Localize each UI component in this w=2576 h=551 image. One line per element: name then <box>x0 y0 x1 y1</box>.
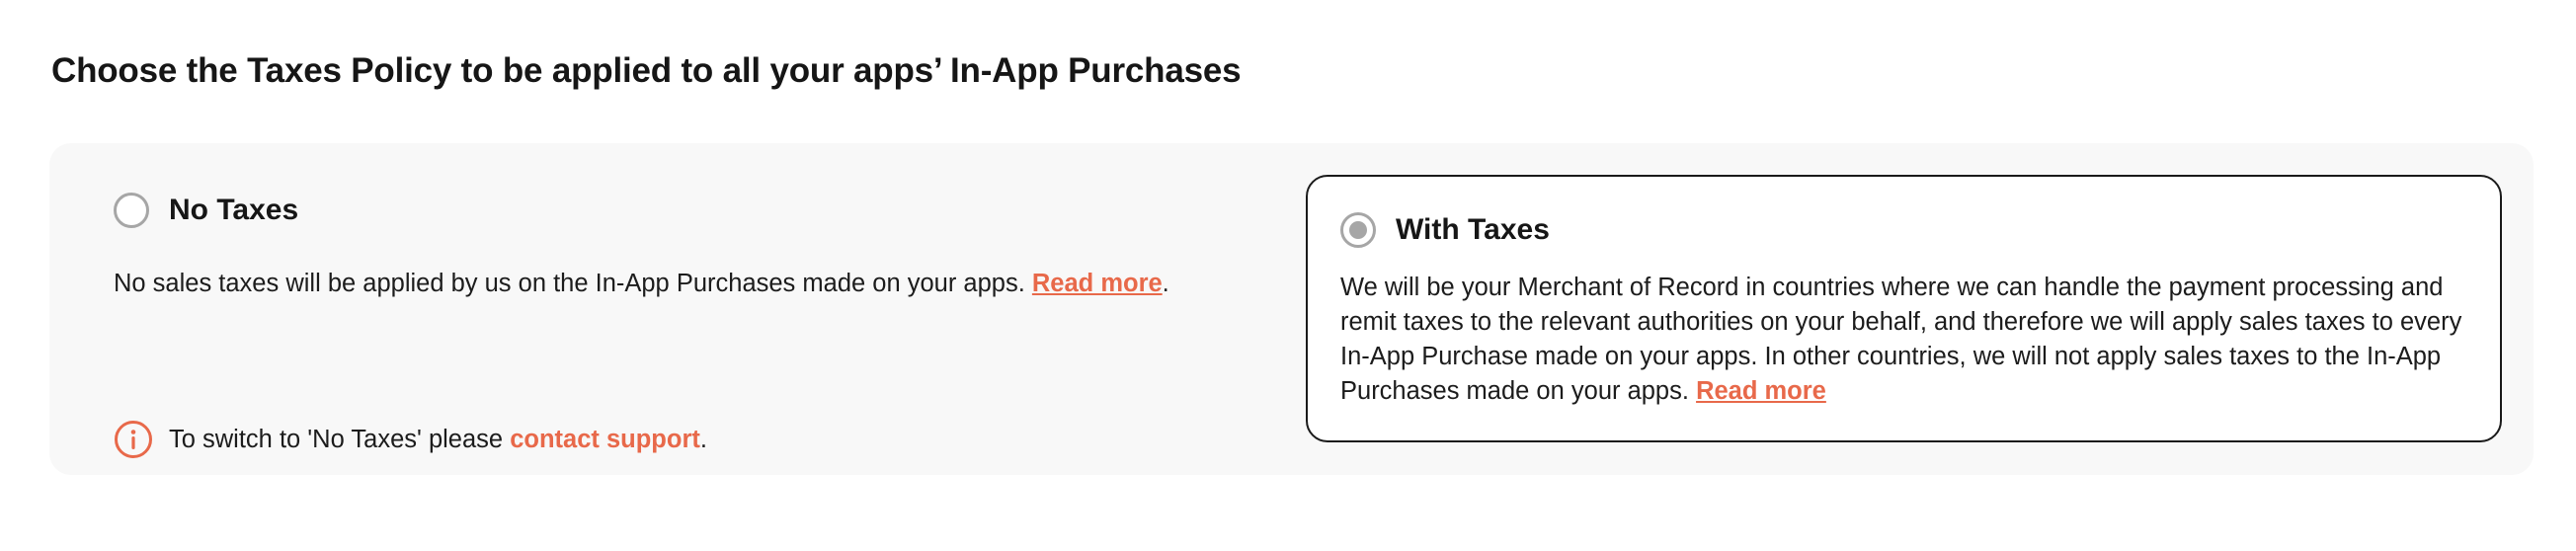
switch-notice: To switch to 'No Taxes' please contact s… <box>114 420 707 459</box>
taxes-options-panel: No Taxes No sales taxes will be applied … <box>49 143 2534 475</box>
option-description: No sales taxes will be applied by us on … <box>114 267 1299 301</box>
read-more-link[interactable]: Read more <box>1032 270 1163 297</box>
contact-support-link[interactable]: contact support <box>510 426 700 453</box>
option-description: We will be your Merchant of Record in co… <box>1340 271 2476 409</box>
description-text: We will be your Merchant of Record in co… <box>1340 274 2462 405</box>
option-title: No Taxes <box>169 194 299 226</box>
taxes-policy-page: Choose the Taxes Policy to be applied to… <box>0 0 2576 551</box>
notice-text-before: To switch to 'No Taxes' please <box>169 425 504 453</box>
page-title: Choose the Taxes Policy to be applied to… <box>51 51 1242 90</box>
description-trailing: . <box>1162 270 1169 297</box>
description-text: No sales taxes will be applied by us on … <box>114 270 1025 297</box>
no-taxes-radio[interactable] <box>114 193 149 228</box>
notice-text-after: . <box>699 425 707 453</box>
option-with-taxes-header[interactable]: With Taxes <box>1340 212 1550 248</box>
read-more-link[interactable]: Read more <box>1696 377 1826 405</box>
option-title: With Taxes <box>1396 213 1550 246</box>
option-no-taxes[interactable]: No Taxes No sales taxes will be applied … <box>114 193 1299 458</box>
notice-text: To switch to 'No Taxes' please contact s… <box>169 426 707 454</box>
option-with-taxes[interactable]: With Taxes We will be your Merchant of R… <box>1306 175 2502 442</box>
with-taxes-radio[interactable] <box>1340 212 1376 248</box>
info-icon <box>115 421 152 458</box>
option-no-taxes-header[interactable]: No Taxes <box>114 193 298 228</box>
